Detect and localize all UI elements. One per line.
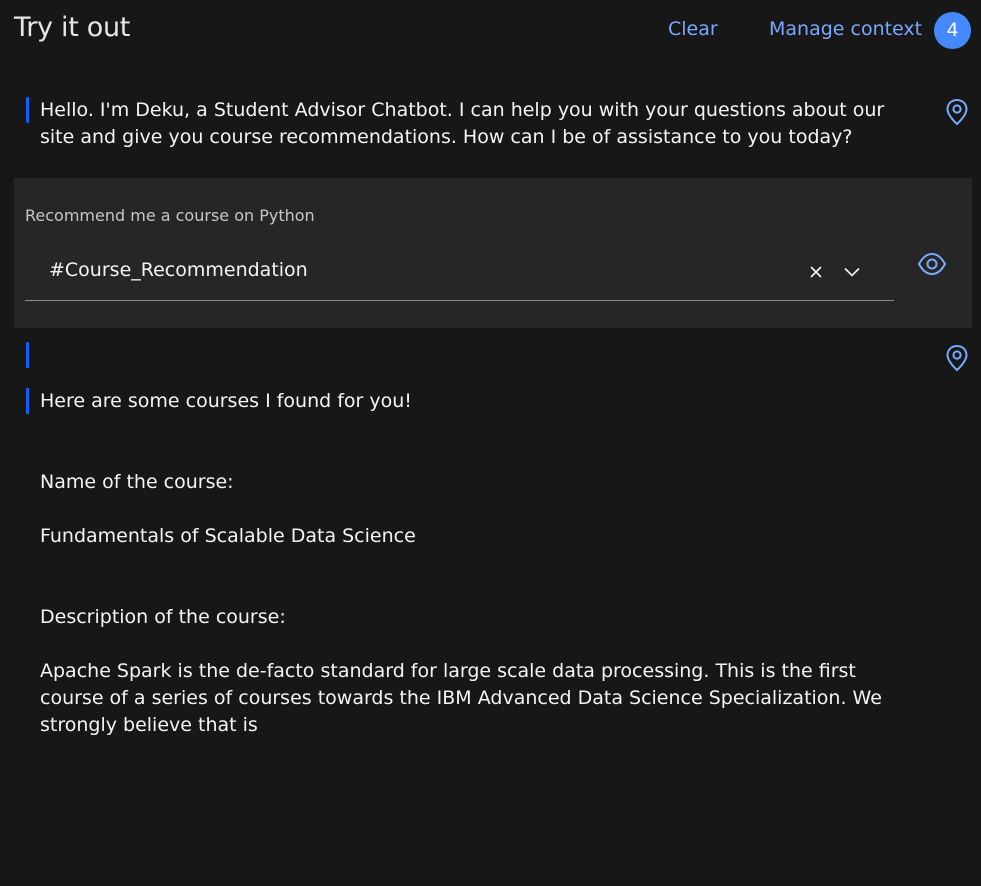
context-count-badge[interactable]: 4 bbox=[934, 12, 971, 49]
course-description: Apache Spark is the de-facto standard fo… bbox=[40, 660, 882, 736]
bot-response-intro: Here are some courses I found for you! bbox=[40, 390, 412, 412]
bot-greeting-message: Hello. I'm Deku, a Student Advisor Chatb… bbox=[40, 99, 885, 148]
location-pin-icon[interactable] bbox=[945, 344, 969, 372]
bot-message-indicator bbox=[26, 97, 29, 123]
close-icon[interactable] bbox=[808, 264, 824, 280]
course-name: Fundamentals of Scalable Data Science bbox=[40, 525, 416, 547]
clear-button[interactable]: Clear bbox=[668, 18, 718, 40]
manage-context-button[interactable]: Manage context bbox=[769, 18, 922, 40]
bot-message-indicator bbox=[26, 342, 29, 368]
bot-message-indicator bbox=[26, 388, 29, 414]
user-message-panel: Recommend me a course on Python #Course_… bbox=[14, 178, 972, 328]
intent-dropdown[interactable]: #Course_Recommendation bbox=[25, 250, 894, 301]
location-pin-icon[interactable] bbox=[945, 98, 969, 126]
course-description-label: Description of the course: bbox=[40, 606, 286, 628]
course-name-label: Name of the course: bbox=[40, 471, 234, 493]
chevron-down-icon[interactable] bbox=[843, 264, 861, 280]
eye-icon[interactable] bbox=[917, 252, 947, 276]
page-title: Try it out bbox=[14, 12, 131, 43]
intent-value: #Course_Recommendation bbox=[49, 259, 308, 281]
user-message: Recommend me a course on Python bbox=[25, 206, 315, 225]
